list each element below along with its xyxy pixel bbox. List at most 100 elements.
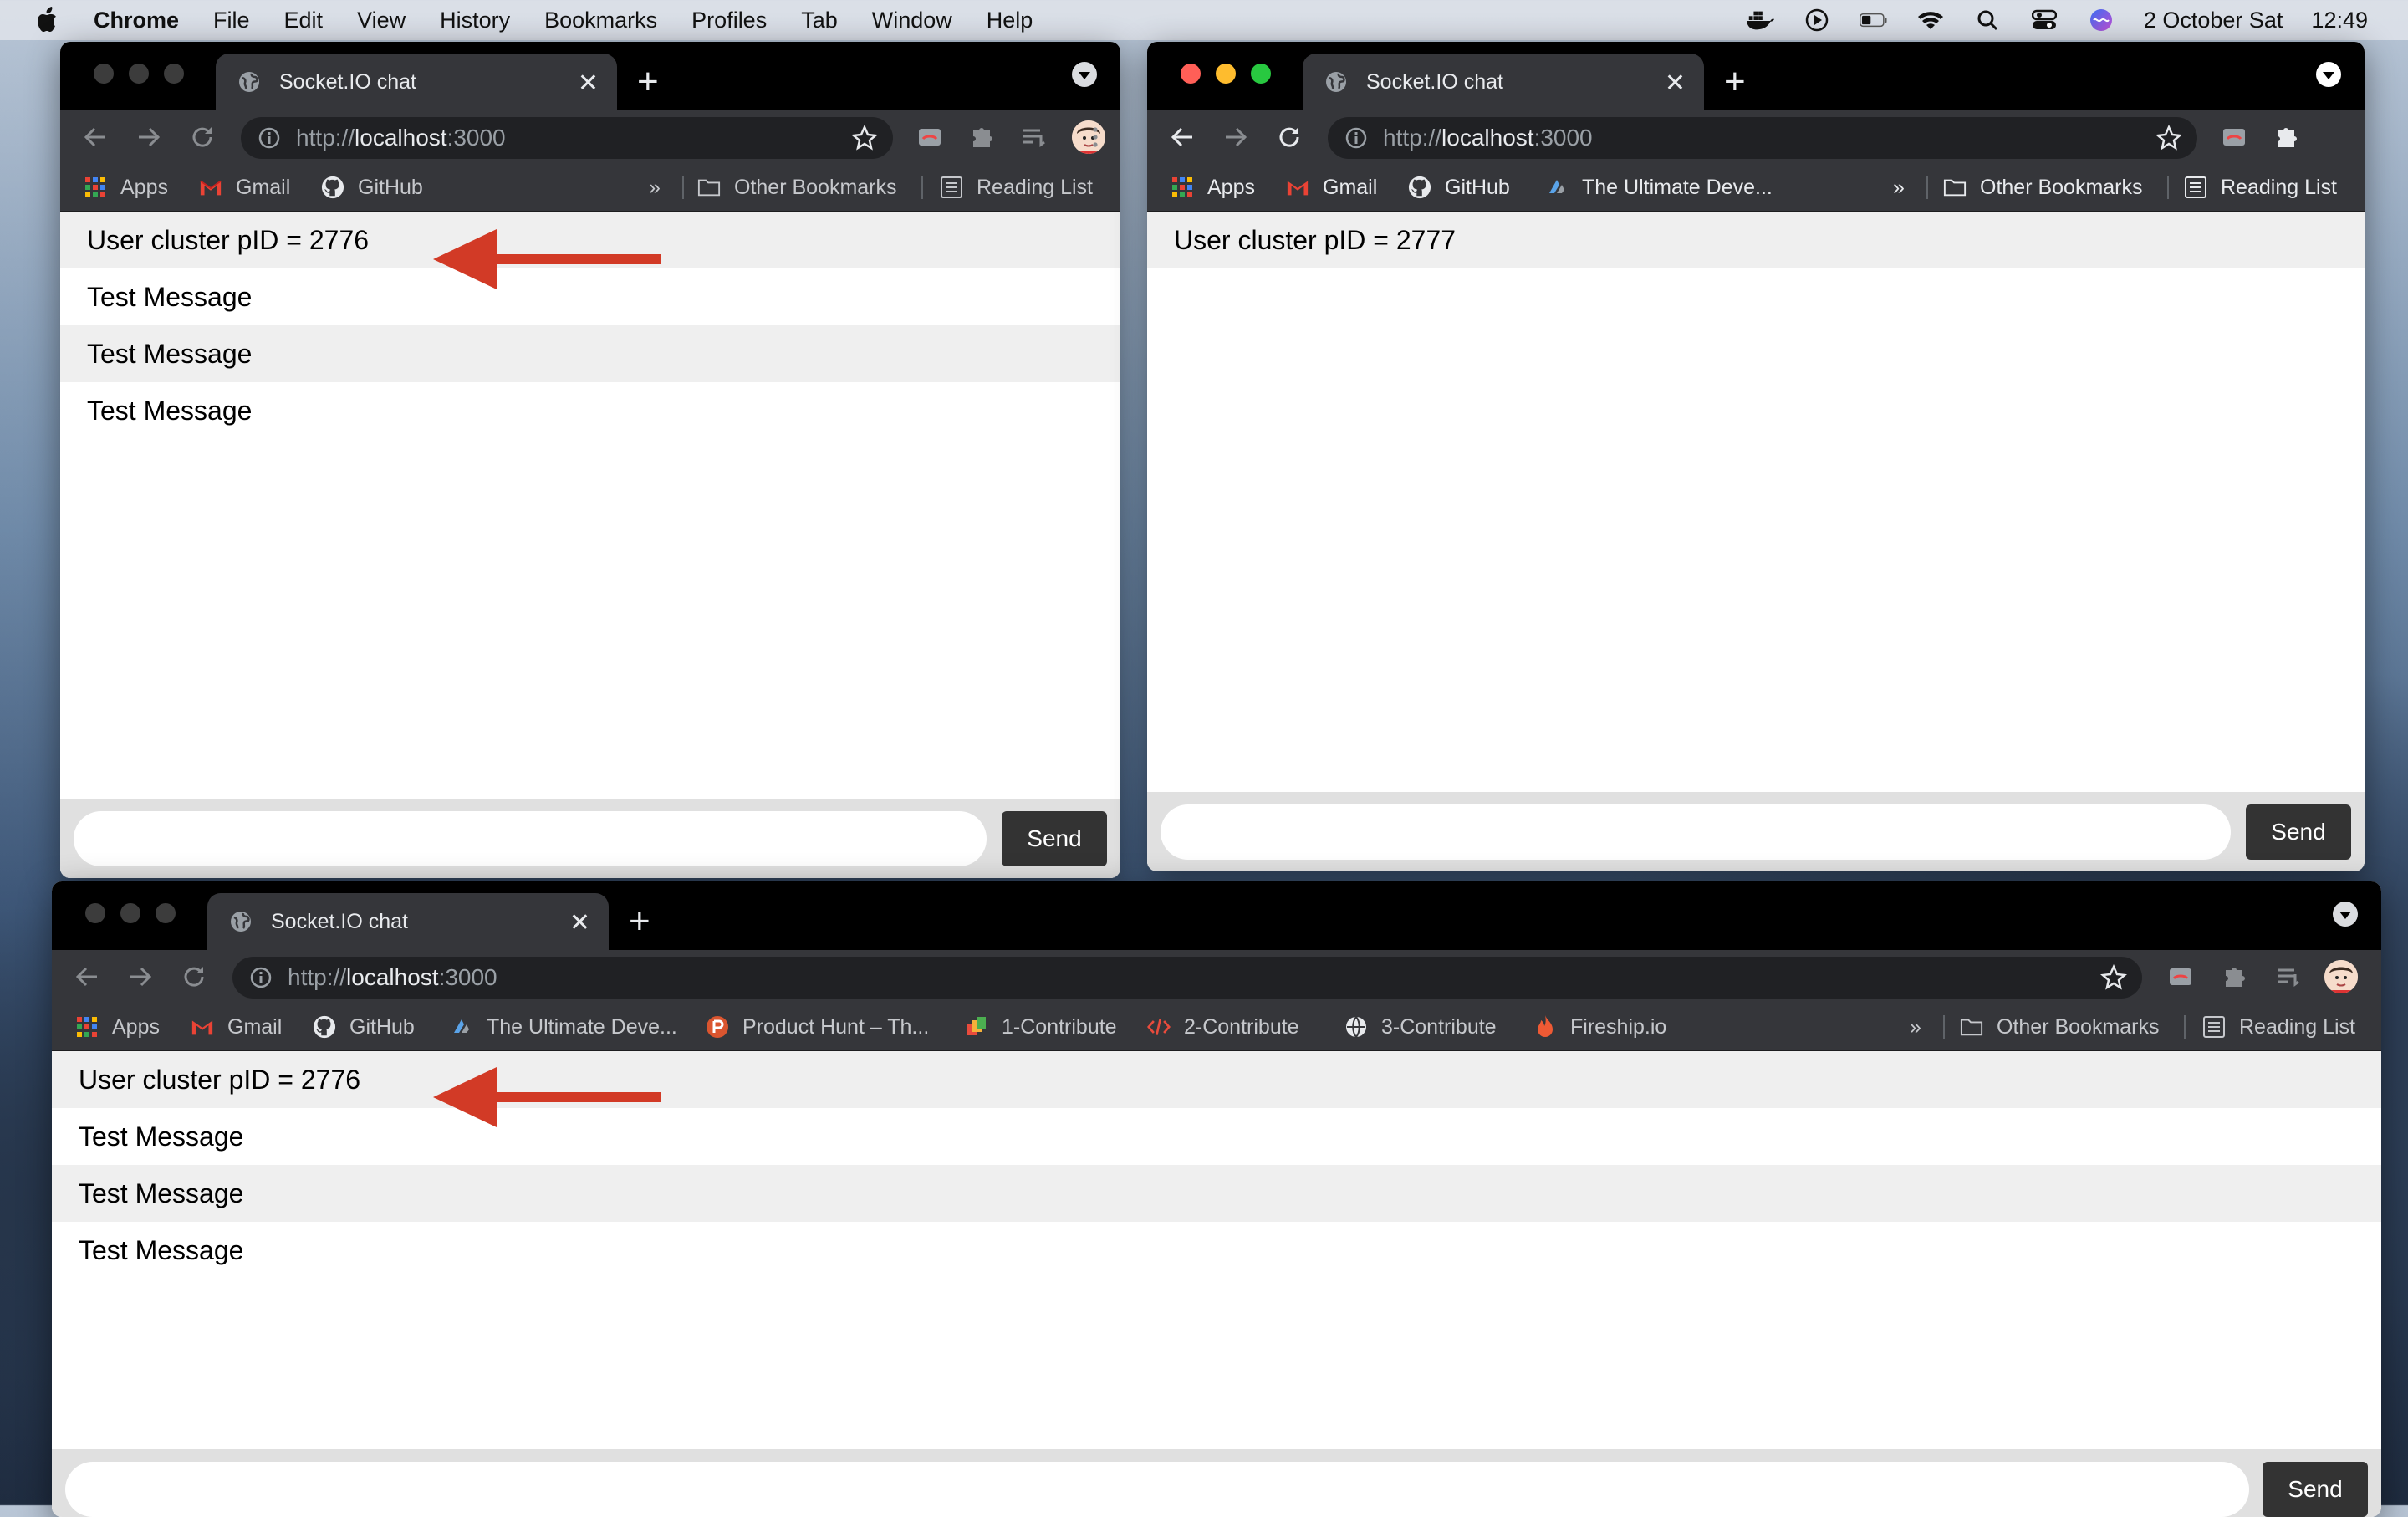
bookmark-apps[interactable]: Apps bbox=[84, 164, 168, 211]
site-info-icon[interactable] bbox=[1344, 126, 1368, 150]
bookmark-ultimate-dev[interactable]: The Ultimate Deve... bbox=[450, 1004, 677, 1050]
send-button[interactable]: Send bbox=[1002, 811, 1107, 866]
zoom-window-button[interactable] bbox=[164, 64, 184, 84]
bookmark-gmail[interactable]: Gmail bbox=[1286, 164, 1377, 211]
tab-search-button[interactable] bbox=[2316, 62, 2341, 87]
bookmarks-overflow-chevron[interactable]: » bbox=[649, 164, 661, 211]
minimize-window-button[interactable] bbox=[1216, 64, 1236, 84]
menu-edit[interactable]: Edit bbox=[284, 8, 324, 33]
reload-icon[interactable] bbox=[187, 122, 217, 152]
send-button[interactable]: Send bbox=[2246, 804, 2351, 860]
bookmark-other-bookmarks[interactable]: Other Bookmarks bbox=[697, 164, 897, 211]
menu-app-name[interactable]: Chrome bbox=[94, 8, 179, 33]
close-window-button[interactable] bbox=[85, 903, 105, 923]
forward-arrow-icon[interactable] bbox=[1221, 122, 1251, 152]
apple-logo-icon[interactable] bbox=[37, 7, 60, 33]
zoom-window-button[interactable] bbox=[1251, 64, 1271, 84]
new-tab-button[interactable]: + bbox=[629, 898, 650, 945]
menu-time[interactable]: 12:49 bbox=[2311, 8, 2368, 33]
site-info-icon[interactable] bbox=[249, 966, 273, 989]
message-input[interactable] bbox=[74, 811, 987, 866]
send-button[interactable]: Send bbox=[2263, 1462, 2368, 1517]
tab-search-button[interactable] bbox=[1072, 62, 1097, 87]
profile-avatar[interactable] bbox=[2324, 960, 2358, 993]
forward-arrow-icon[interactable] bbox=[134, 122, 164, 152]
menu-tab[interactable]: Tab bbox=[801, 8, 838, 33]
cast-extension-icon[interactable] bbox=[915, 122, 945, 152]
back-arrow-icon[interactable] bbox=[80, 122, 110, 152]
bookmarks-overflow-chevron[interactable]: » bbox=[1910, 1004, 1921, 1050]
back-arrow-icon[interactable] bbox=[1167, 122, 1197, 152]
reading-queue-icon[interactable] bbox=[1018, 122, 1048, 152]
bookmarks-overflow-chevron[interactable]: » bbox=[1893, 164, 1905, 211]
bookmark-github[interactable]: GitHub bbox=[313, 1004, 415, 1050]
tab-search-button[interactable] bbox=[2333, 902, 2358, 927]
tab-socketio-chat[interactable]: Socket.IO chat ✕ bbox=[207, 893, 609, 950]
bookmark-reading-list[interactable]: Reading List bbox=[940, 164, 1093, 211]
url-text[interactable]: http://localhost:3000 bbox=[296, 125, 506, 151]
menu-bookmarks[interactable]: Bookmarks bbox=[544, 8, 657, 33]
url-text[interactable]: http://localhost:3000 bbox=[1383, 125, 1593, 151]
message-input[interactable] bbox=[65, 1462, 2249, 1517]
bookmark-star-icon[interactable] bbox=[2155, 125, 2182, 151]
siri-icon[interactable] bbox=[2087, 8, 2115, 33]
bookmark-apps[interactable]: Apps bbox=[1171, 164, 1255, 211]
back-arrow-icon[interactable] bbox=[72, 962, 102, 992]
address-bar[interactable]: http://localhost:3000 bbox=[1328, 117, 2197, 159]
bookmark-reading-list[interactable]: Reading List bbox=[2202, 1004, 2355, 1050]
play-circle-icon[interactable] bbox=[1803, 8, 1831, 33]
wifi-icon[interactable] bbox=[1916, 8, 1945, 33]
bookmark-star-icon[interactable] bbox=[851, 125, 878, 151]
address-bar[interactable]: http://localhost:3000 bbox=[232, 957, 2142, 999]
spotlight-search-icon[interactable] bbox=[1973, 8, 2002, 33]
battery-icon[interactable] bbox=[1859, 8, 1888, 33]
bookmark-reading-list[interactable]: Reading List bbox=[2184, 164, 2337, 211]
new-tab-button[interactable]: + bbox=[637, 59, 659, 105]
cast-extension-icon[interactable] bbox=[2166, 962, 2196, 992]
close-window-button[interactable] bbox=[94, 64, 114, 84]
tab-socketio-chat[interactable]: Socket.IO chat ✕ bbox=[216, 54, 617, 110]
menu-date[interactable]: 2 October Sat bbox=[2144, 8, 2283, 33]
close-window-button[interactable] bbox=[1181, 64, 1201, 84]
bookmark-other-bookmarks[interactable]: Other Bookmarks bbox=[1960, 1004, 2160, 1050]
control-center-icon[interactable] bbox=[2030, 8, 2059, 33]
forward-arrow-icon[interactable] bbox=[125, 962, 156, 992]
new-tab-button[interactable]: + bbox=[1724, 59, 1746, 105]
bookmark-github[interactable]: GitHub bbox=[321, 164, 423, 211]
reload-icon[interactable] bbox=[179, 962, 209, 992]
extensions-puzzle-icon[interactable] bbox=[2271, 122, 2301, 152]
url-text[interactable]: http://localhost:3000 bbox=[288, 964, 497, 991]
address-bar[interactable]: http://localhost:3000 bbox=[241, 117, 893, 159]
bookmark-fireship[interactable]: Fireship.io bbox=[1533, 1004, 1666, 1050]
extensions-puzzle-icon[interactable] bbox=[2219, 962, 2249, 992]
reload-icon[interactable] bbox=[1274, 122, 1304, 152]
minimize-window-button[interactable] bbox=[129, 64, 149, 84]
site-info-icon[interactable] bbox=[258, 126, 281, 150]
menu-history[interactable]: History bbox=[440, 8, 510, 33]
message-input[interactable] bbox=[1161, 804, 2231, 860]
menu-window[interactable]: Window bbox=[872, 8, 952, 33]
menu-help[interactable]: Help bbox=[987, 8, 1033, 33]
cast-extension-icon[interactable] bbox=[2219, 122, 2249, 152]
bookmark-star-icon[interactable] bbox=[2100, 964, 2127, 991]
bookmark-other-bookmarks[interactable]: Other Bookmarks bbox=[1943, 164, 2143, 211]
close-tab-icon[interactable]: ✕ bbox=[569, 908, 590, 937]
bookmark-ultimate-dev[interactable]: The Ultimate Deve... bbox=[1545, 164, 1773, 211]
bookmark-github[interactable]: GitHub bbox=[1408, 164, 1510, 211]
docker-icon[interactable] bbox=[1746, 8, 1774, 33]
bookmark-1-contribute[interactable]: 1-Contribute bbox=[965, 1004, 1117, 1050]
menu-view[interactable]: View bbox=[357, 8, 406, 33]
chrome-menu-kebab-icon[interactable] bbox=[1080, 122, 1110, 152]
extensions-puzzle-icon[interactable] bbox=[967, 122, 997, 152]
bookmark-2-contribute[interactable]: 2-Contribute bbox=[1147, 1004, 1299, 1050]
bookmark-gmail[interactable]: Gmail bbox=[199, 164, 290, 211]
bookmark-product-hunt[interactable]: Product Hunt – Th... bbox=[706, 1004, 929, 1050]
bookmark-apps[interactable]: Apps bbox=[75, 1004, 160, 1050]
bookmark-gmail[interactable]: Gmail bbox=[191, 1004, 282, 1050]
zoom-window-button[interactable] bbox=[156, 903, 176, 923]
minimize-window-button[interactable] bbox=[120, 903, 140, 923]
close-tab-icon[interactable]: ✕ bbox=[1665, 69, 1686, 98]
reading-queue-icon[interactable] bbox=[2273, 962, 2303, 992]
menu-profiles[interactable]: Profiles bbox=[691, 8, 767, 33]
tab-socketio-chat[interactable]: Socket.IO chat ✕ bbox=[1303, 54, 1704, 110]
